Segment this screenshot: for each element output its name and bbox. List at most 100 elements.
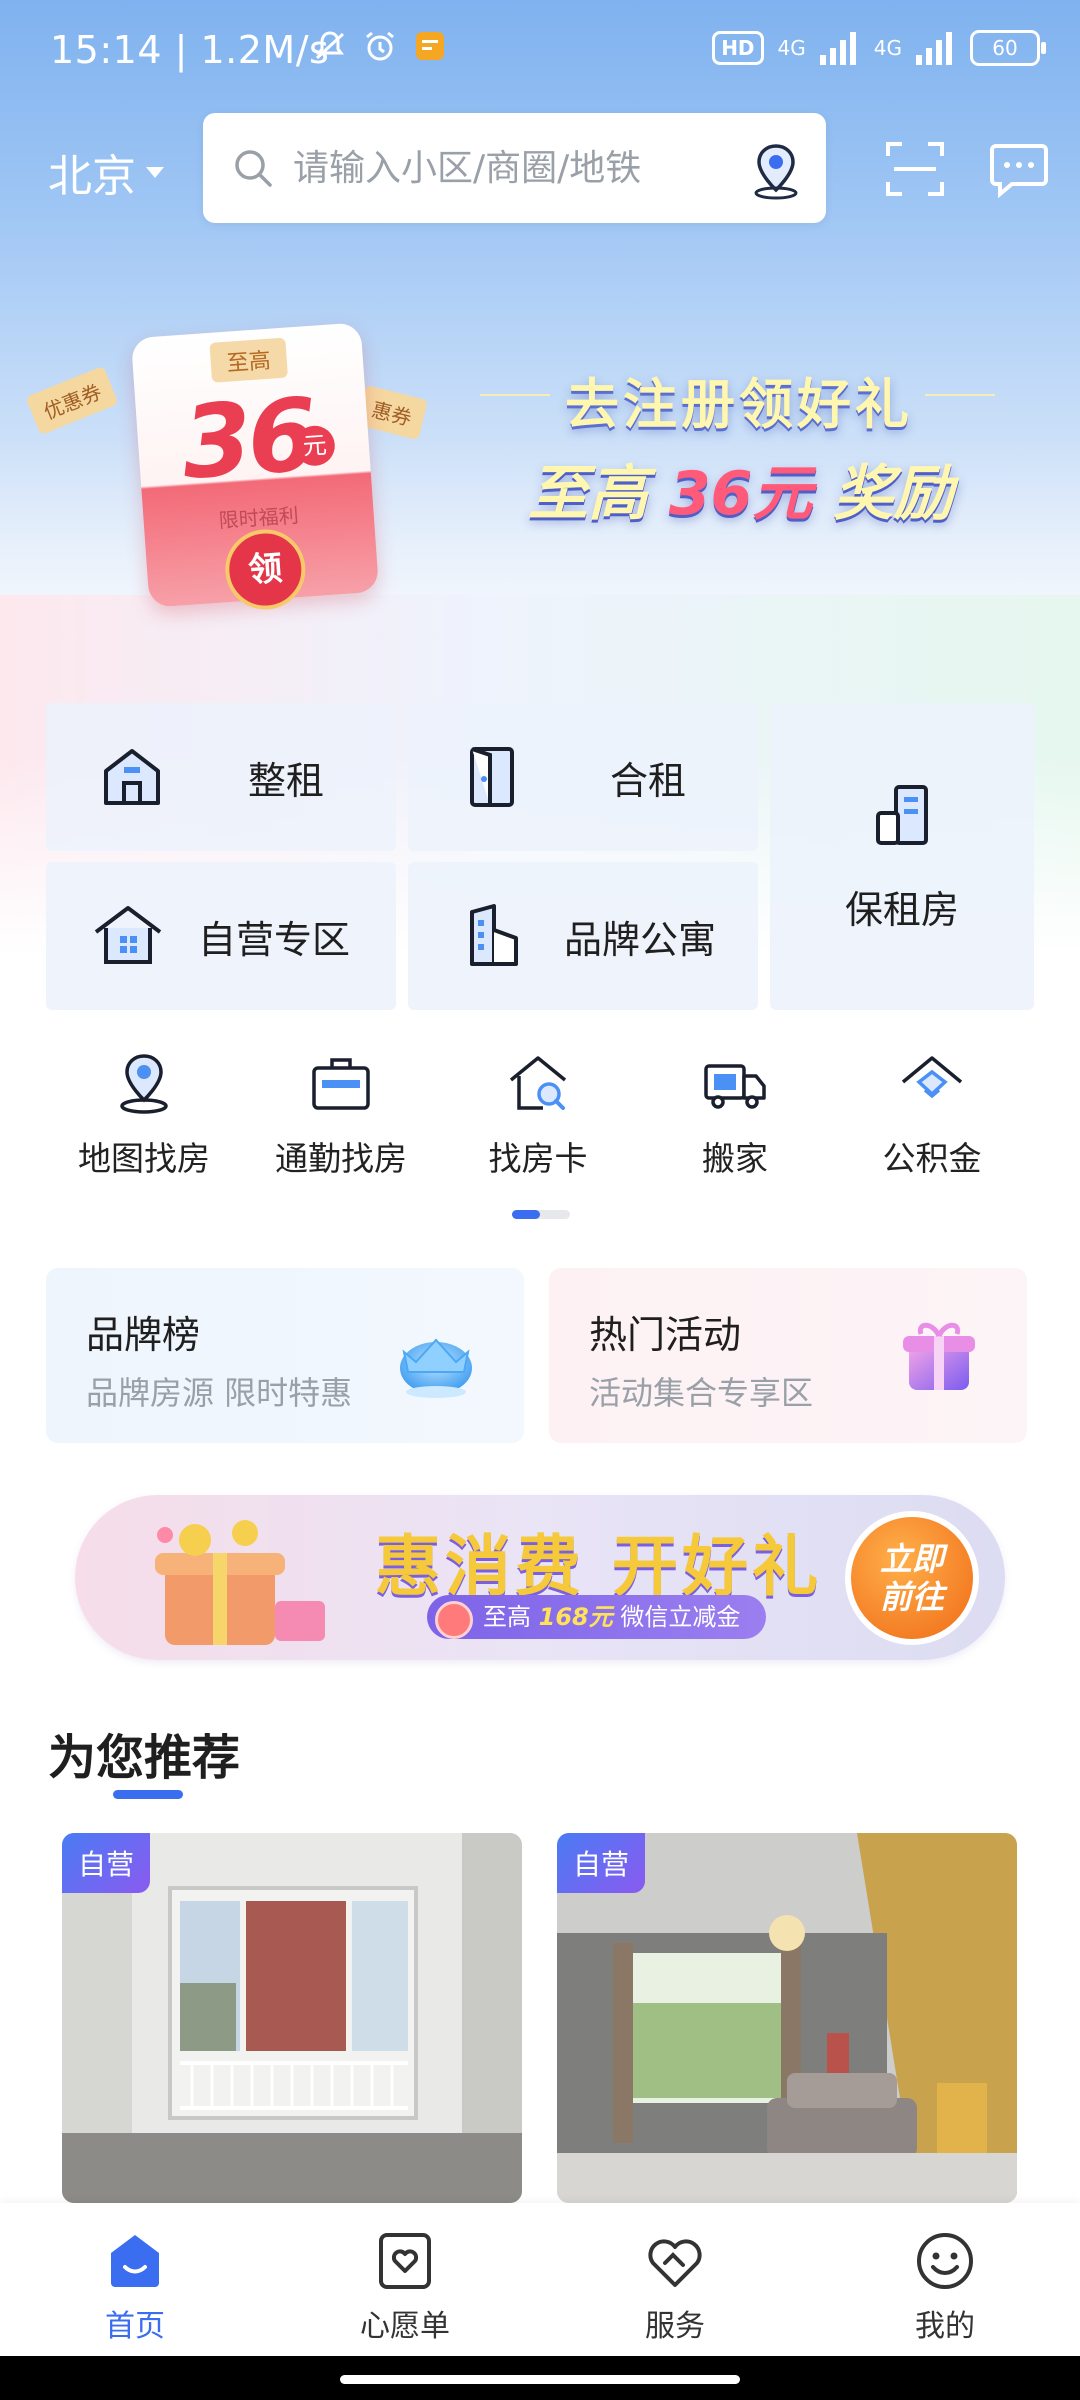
card-subtitle: 活动集合专享区	[589, 1374, 814, 1412]
shortcut-label: 搬家	[702, 1139, 768, 1178]
city-selector[interactable]: 北京	[48, 140, 164, 204]
city-label: 北京	[48, 151, 136, 202]
nav-label: 我的	[915, 2309, 975, 2344]
recommend-title: 为您推荐	[48, 1730, 241, 1786]
category-brand-apartment[interactable]: 品牌公寓	[408, 862, 758, 1010]
house-search-icon	[509, 1056, 567, 1110]
shortcut-label: 找房卡	[488, 1139, 588, 1178]
self-operated-badge: 自营	[62, 1833, 151, 1893]
coupon-claim-button[interactable]: 领	[222, 526, 309, 613]
promo-banner[interactable]: 惠消费 开好礼 至高 168元 微信立减金 立即 前往	[75, 1495, 1005, 1660]
banner-sub-suffix: 奖励	[833, 459, 954, 529]
door-icon	[470, 747, 514, 807]
coupon-top-label: 至高	[209, 337, 288, 383]
status-bar: 15:14 | 1.2M/s HD 4G 4G 60	[0, 0, 1080, 108]
nav-label: 首页	[105, 2309, 165, 2344]
map-pin-icon	[120, 1054, 168, 1114]
card-title: 品牌榜	[86, 1313, 201, 1357]
shortcut-label: 通勤找房	[275, 1139, 407, 1178]
home-icon	[111, 2235, 159, 2287]
banner-subtitle: 至高 36元 奖励	[528, 445, 953, 532]
coupon-tag-left: 优惠券	[25, 365, 119, 436]
page-indicator	[512, 1210, 570, 1219]
category-label: 自营专区	[198, 917, 351, 962]
category-shared-rent[interactable]: 合租	[408, 703, 758, 851]
banner-divider-right	[925, 394, 995, 396]
brand-ranking-card[interactable]: 品牌榜 品牌房源 限时特惠	[46, 1268, 524, 1443]
network-label-2: 4G	[873, 36, 902, 60]
promo-sub-highlight: 168元	[538, 1603, 613, 1631]
banner-title: 去注册领好礼	[565, 373, 913, 436]
recommend-title-underline	[113, 1790, 183, 1799]
shortcut-map-search[interactable]: 地图找房	[54, 1050, 234, 1180]
network-label-1: 4G	[777, 36, 806, 60]
category-label: 品牌公寓	[564, 917, 717, 962]
status-time: 15:14 | 1.2M/s	[50, 28, 330, 72]
hd-badge: HD	[712, 31, 764, 65]
fund-icon	[901, 1056, 963, 1099]
battery-icon: 60	[970, 30, 1046, 66]
status-icons	[312, 28, 448, 64]
promo-sub-prefix: 至高	[483, 1603, 531, 1631]
search-input[interactable]	[291, 146, 725, 190]
truck-icon	[704, 1064, 766, 1109]
category-label: 合租	[610, 758, 687, 803]
message-icon[interactable]	[988, 138, 1050, 200]
shortcut-housing-fund[interactable]: 公积金	[842, 1050, 1022, 1180]
promo-button-line2: 前往	[879, 1578, 944, 1616]
search-bar[interactable]	[203, 113, 826, 223]
gesture-bar	[0, 2356, 1080, 2400]
shortcut-label: 公积金	[882, 1139, 982, 1178]
caret-down-icon	[146, 166, 164, 178]
page-indicator-active	[512, 1210, 540, 1219]
shortcut-search-card[interactable]: 找房卡	[448, 1050, 628, 1180]
banner-sub-prefix: 至高	[528, 459, 648, 529]
signal-icon	[819, 32, 856, 65]
promo-subtitle: 至高 168元 微信立减金	[427, 1595, 767, 1639]
location-icon[interactable]	[748, 140, 804, 200]
nav-wishlist[interactable]: 心愿单	[335, 2229, 475, 2345]
building-icon	[876, 785, 928, 845]
shortcut-label: 地图找房	[78, 1139, 210, 1178]
nav-profile[interactable]: 我的	[875, 2229, 1015, 2345]
card-subtitle: 品牌房源 限时特惠	[86, 1374, 353, 1412]
coupon-card: 至高 36 元 限时福利 领	[130, 322, 380, 613]
service-icon	[648, 2239, 702, 2287]
promo-button-line1: 立即	[879, 1540, 944, 1578]
card-title: 热门活动	[589, 1313, 742, 1357]
wishlist-icon	[379, 2233, 431, 2289]
hot-events-card[interactable]: 热门活动 活动集合专享区	[549, 1268, 1027, 1443]
apartment-icon	[470, 904, 518, 966]
category-affordable-rental[interactable]: 保租房	[770, 703, 1034, 1010]
promo-button-text: 立即 前往	[880, 1540, 944, 1616]
gift-illustration	[155, 1520, 325, 1645]
home-grid-icon	[94, 906, 162, 964]
shortcut-moving[interactable]: 搬家	[645, 1050, 825, 1180]
signal-icon-2	[916, 32, 952, 65]
promo-go-button[interactable]: 立即 前往	[845, 1511, 979, 1645]
category-whole-rent[interactable]: 整租	[46, 703, 396, 851]
profile-icon	[917, 2233, 973, 2289]
register-banner[interactable]: 优惠券 惠券 至高 36 元 限时福利 领 去注册领好礼 至高 36元 奖励	[0, 310, 1080, 613]
self-operated-badge: 自营	[557, 1833, 646, 1893]
shortcut-commute-search[interactable]: 通勤找房	[251, 1050, 431, 1180]
nav-home[interactable]: 首页	[65, 2229, 205, 2345]
crown-icon	[400, 1338, 472, 1398]
home-indicator[interactable]	[340, 2375, 740, 2384]
notification-app-icon	[416, 32, 444, 60]
listing-card[interactable]: 自营	[62, 1833, 522, 2203]
coin-icon	[435, 1601, 473, 1639]
search-icon	[235, 150, 272, 187]
nav-service[interactable]: 服务	[605, 2229, 745, 2345]
status-right: HD 4G 4G 60	[712, 30, 1046, 66]
mute-icon	[315, 31, 345, 60]
banner-divider-left	[480, 394, 550, 396]
alarm-icon	[366, 31, 394, 61]
briefcase-icon	[312, 1058, 370, 1110]
bottom-nav: 首页 心愿单 服务 我的	[0, 2203, 1080, 2356]
nav-label: 服务	[645, 2309, 705, 2344]
listing-card[interactable]: 自营	[557, 1833, 1017, 2203]
gift-box-icon	[903, 1322, 975, 1390]
scan-icon[interactable]	[884, 138, 946, 200]
category-self-operated[interactable]: 自营专区	[46, 862, 396, 1010]
